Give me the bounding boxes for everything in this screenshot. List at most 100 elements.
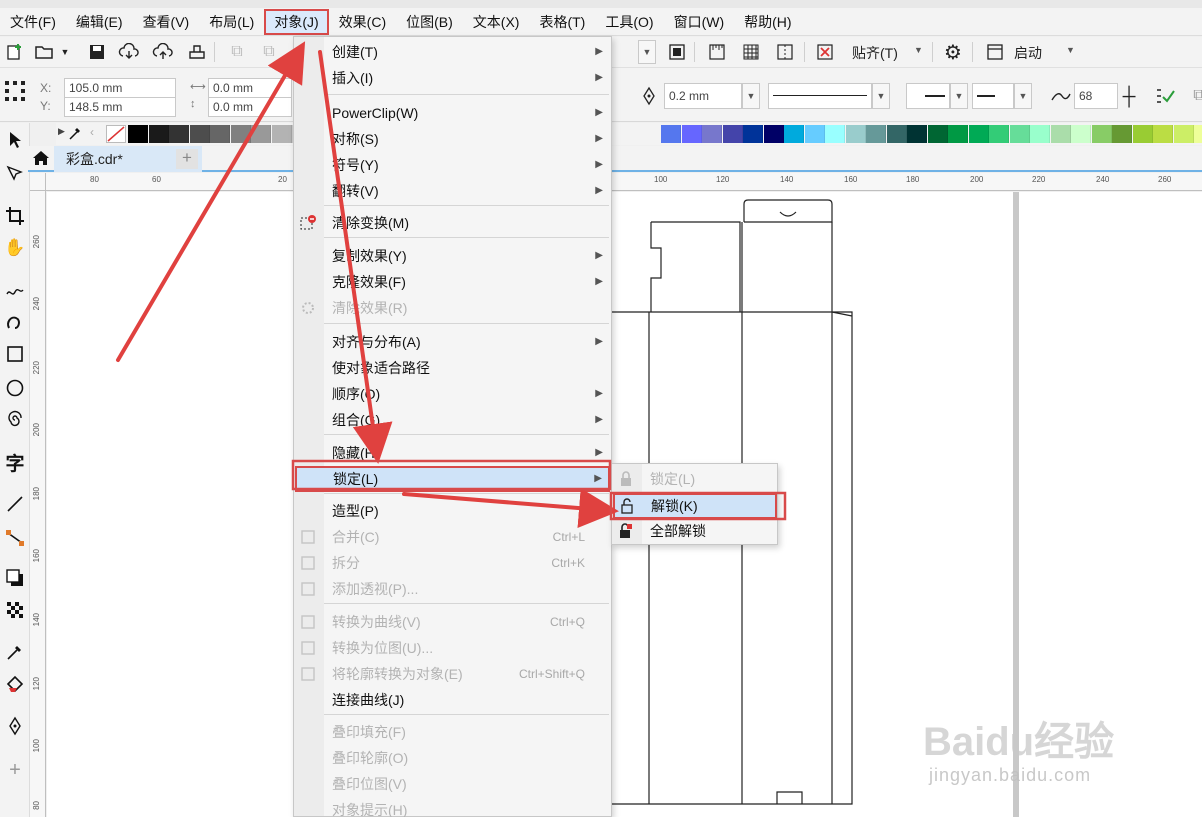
color-swatch[interactable] — [968, 125, 989, 143]
menu-item-convert-to-bitmap[interactable]: 转换为位图(U)... — [294, 635, 611, 661]
outline-width-dropdown[interactable]: ▼ — [742, 83, 760, 109]
fullscreen-icon[interactable] — [664, 39, 690, 65]
color-swatch[interactable] — [866, 125, 886, 143]
new-document-icon[interactable] — [2, 39, 28, 65]
guidelines-icon[interactable] — [772, 39, 798, 65]
ellipse-tool-icon[interactable] — [2, 375, 28, 401]
color-swatch[interactable] — [1132, 125, 1153, 143]
color-swatch[interactable] — [271, 125, 292, 143]
color-swatch[interactable] — [1091, 125, 1112, 143]
home-icon[interactable] — [32, 150, 50, 170]
menu-item-clear-effect[interactable]: 清除效果(R) — [294, 295, 611, 321]
color-swatch[interactable] — [948, 125, 968, 143]
crop-tool-icon[interactable] — [2, 203, 28, 229]
menu-layout[interactable]: 布局(L) — [199, 9, 264, 35]
end-arrow-field[interactable] — [972, 83, 1014, 109]
start-arrow-dropdown[interactable]: ▼ — [950, 83, 968, 109]
rulers-icon[interactable] — [704, 39, 730, 65]
color-swatch[interactable] — [784, 125, 804, 143]
menu-item-flip[interactable]: 翻转(V) ▶ — [294, 178, 611, 204]
color-swatch[interactable] — [661, 125, 681, 143]
menu-item-fit-to-path[interactable]: 使对象适合路径 — [294, 355, 611, 381]
menu-bitmap[interactable]: 位图(B) — [396, 9, 463, 35]
menu-item-powerclip[interactable]: PowerClip(W) ▶ — [294, 100, 611, 126]
color-swatch[interactable] — [907, 125, 927, 143]
curve-check-icon[interactable] — [1152, 83, 1178, 109]
menu-effects[interactable]: 效果(C) — [329, 9, 396, 35]
import-icon[interactable]: ⧉ — [224, 39, 250, 65]
export-icon[interactable]: ⧉ — [256, 39, 282, 65]
snap-off-icon[interactable] — [812, 39, 838, 65]
line-style-field[interactable] — [768, 83, 872, 109]
menu-item-symbol[interactable]: 符号(Y) ▶ — [294, 152, 611, 178]
snap-dropdown-icon[interactable]: ▼ — [914, 45, 923, 55]
unlock-item[interactable]: 解锁(K) — [613, 493, 777, 519]
color-swatch[interactable] — [128, 125, 148, 143]
cloud-upload-icon[interactable] — [150, 39, 176, 65]
color-swatch[interactable] — [1173, 125, 1194, 143]
palette-menu-icon[interactable]: ▶ — [58, 126, 65, 137]
palette-eyedropper-icon[interactable] — [68, 125, 82, 144]
unlock-all-item[interactable]: 全部解锁 — [612, 518, 777, 544]
new-tab-plus-icon[interactable]: + — [176, 149, 198, 169]
ruler-origin[interactable] — [30, 173, 46, 191]
menu-item-overprint-fill[interactable]: 叠印填充(F) — [294, 719, 611, 745]
dimension-tool-icon[interactable] — [2, 491, 28, 517]
menu-window[interactable]: 窗口(W) — [664, 9, 735, 35]
color-swatch[interactable] — [763, 125, 784, 143]
color-swatch[interactable] — [1030, 125, 1050, 143]
menu-object[interactable]: 对象(J) — [264, 8, 329, 35]
menu-item-copy-effect[interactable]: 复制效果(Y) ▶ — [294, 243, 611, 269]
launch-button[interactable]: 启动 — [1014, 43, 1042, 63]
interactive-fill-icon[interactable] — [2, 671, 28, 697]
color-swatch[interactable] — [1194, 125, 1202, 143]
color-swatch[interactable] — [1153, 125, 1173, 143]
lock-item[interactable]: 锁定(L) — [612, 466, 777, 492]
smoothing-field[interactable]: 68 — [1074, 83, 1118, 109]
color-swatch[interactable] — [681, 125, 702, 143]
color-swatch[interactable] — [230, 125, 251, 143]
freehand-tool-icon[interactable] — [2, 277, 28, 303]
menu-item-combine[interactable]: 合并(C) Ctrl+L — [294, 524, 611, 550]
menu-item-group[interactable]: 组合(G) ▶ — [294, 407, 611, 433]
menu-text[interactable]: 文本(X) — [463, 9, 530, 35]
menu-item-clear-transform[interactable]: 清除变换(M) — [294, 210, 611, 236]
x-position-field[interactable]: 105.0 mm — [64, 78, 176, 98]
drop-shadow-icon[interactable] — [2, 565, 28, 591]
menu-item-convert-to-curves[interactable]: 转换为曲线(V) Ctrl+Q — [294, 609, 611, 635]
color-swatch[interactable] — [722, 125, 743, 143]
grid-icon[interactable] — [738, 39, 764, 65]
color-swatch[interactable] — [845, 125, 866, 143]
transparency-icon[interactable] — [2, 597, 28, 623]
object-origin-icon[interactable] — [2, 78, 28, 104]
zoom-dropdown[interactable]: ▼ — [638, 40, 656, 64]
eyedropper-icon[interactable] — [2, 639, 28, 665]
menu-item-break-apart[interactable]: 拆分 Ctrl+K — [294, 550, 611, 576]
color-swatch[interactable] — [825, 125, 845, 143]
more-options-icon[interactable]: ⧉ — [1186, 83, 1202, 109]
save-icon[interactable] — [84, 39, 110, 65]
open-folder-icon[interactable] — [32, 39, 58, 65]
color-swatch[interactable] — [1071, 125, 1091, 143]
snap-to-button[interactable]: 贴齐(T) — [852, 43, 898, 63]
color-swatch[interactable] — [1112, 125, 1132, 143]
color-swatch[interactable] — [886, 125, 907, 143]
smart-fill-pen-icon[interactable] — [2, 713, 28, 739]
menu-item-symmetry[interactable]: 对称(S) ▶ — [294, 126, 611, 152]
outline-pen-icon[interactable] — [636, 83, 662, 109]
start-arrow-field[interactable] — [906, 83, 950, 109]
pan-hand-icon[interactable]: ✋ — [2, 235, 28, 261]
color-swatch[interactable] — [804, 125, 825, 143]
color-swatch[interactable] — [927, 125, 948, 143]
menu-item-align-distribute[interactable]: 对齐与分布(A) ▶ — [294, 329, 611, 355]
menu-help[interactable]: 帮助(H) — [734, 9, 801, 35]
cloud-download-icon[interactable] — [116, 39, 142, 65]
pick-tool-icon[interactable] — [2, 127, 28, 153]
menu-item-add-perspective[interactable]: 添加透视(P)... — [294, 576, 611, 602]
no-color-swatch[interactable] — [106, 125, 126, 143]
color-swatch[interactable] — [989, 125, 1009, 143]
end-arrow-dropdown[interactable]: ▼ — [1014, 83, 1032, 109]
menu-file[interactable]: 文件(F) — [0, 9, 66, 35]
launch-icon[interactable] — [982, 39, 1008, 65]
add-tool-icon[interactable]: + — [2, 757, 28, 783]
